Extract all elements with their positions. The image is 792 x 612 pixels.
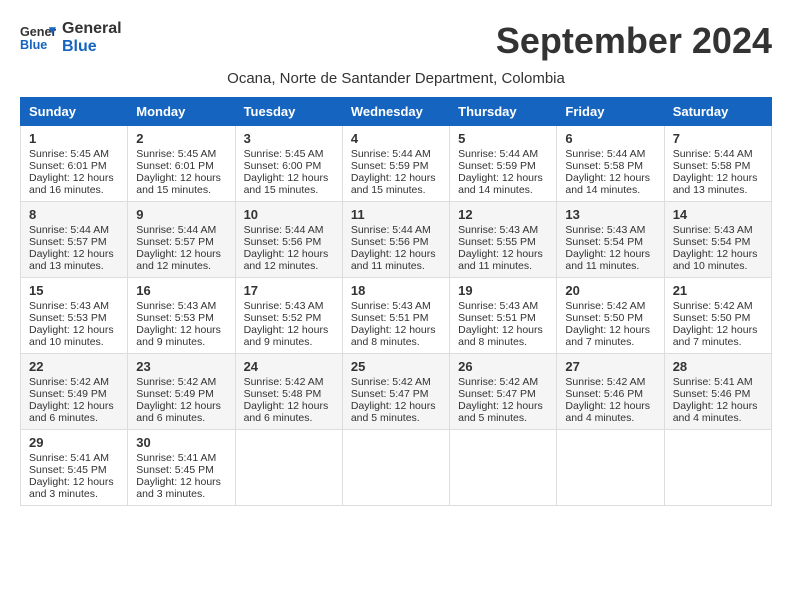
calendar-day-9: 9Sunrise: 5:44 AMSunset: 5:57 PMDaylight… [128, 202, 235, 278]
logo-text: GeneralBlue [62, 20, 122, 56]
header-sunday: Sunday [21, 98, 128, 126]
calendar-day-10: 10Sunrise: 5:44 AMSunset: 5:56 PMDayligh… [235, 202, 342, 278]
header-wednesday: Wednesday [342, 98, 449, 126]
calendar-day-12: 12Sunrise: 5:43 AMSunset: 5:55 PMDayligh… [450, 202, 557, 278]
calendar-day-8: 8Sunrise: 5:44 AMSunset: 5:57 PMDaylight… [21, 202, 128, 278]
calendar-day-26: 26Sunrise: 5:42 AMSunset: 5:47 PMDayligh… [450, 354, 557, 430]
calendar-day-2: 2Sunrise: 5:45 AMSunset: 6:01 PMDaylight… [128, 126, 235, 202]
calendar-day-14: 14Sunrise: 5:43 AMSunset: 5:54 PMDayligh… [664, 202, 771, 278]
header-tuesday: Tuesday [235, 98, 342, 126]
calendar-day-3: 3Sunrise: 5:45 AMSunset: 6:00 PMDaylight… [235, 126, 342, 202]
calendar-empty [557, 430, 664, 506]
calendar-table: SundayMondayTuesdayWednesdayThursdayFrid… [20, 97, 772, 506]
page-header: General Blue GeneralBlue September 2024 [20, 20, 772, 62]
calendar-week-1: 1Sunrise: 5:45 AMSunset: 6:01 PMDaylight… [21, 126, 772, 202]
calendar-day-27: 27Sunrise: 5:42 AMSunset: 5:46 PMDayligh… [557, 354, 664, 430]
calendar-day-11: 11Sunrise: 5:44 AMSunset: 5:56 PMDayligh… [342, 202, 449, 278]
header-friday: Friday [557, 98, 664, 126]
calendar-day-22: 22Sunrise: 5:42 AMSunset: 5:49 PMDayligh… [21, 354, 128, 430]
calendar-day-28: 28Sunrise: 5:41 AMSunset: 5:46 PMDayligh… [664, 354, 771, 430]
calendar-day-20: 20Sunrise: 5:42 AMSunset: 5:50 PMDayligh… [557, 278, 664, 354]
calendar-day-21: 21Sunrise: 5:42 AMSunset: 5:50 PMDayligh… [664, 278, 771, 354]
logo: General Blue GeneralBlue [20, 20, 122, 56]
header-thursday: Thursday [450, 98, 557, 126]
calendar-day-30: 30Sunrise: 5:41 AMSunset: 5:45 PMDayligh… [128, 430, 235, 506]
calendar-week-3: 15Sunrise: 5:43 AMSunset: 5:53 PMDayligh… [21, 278, 772, 354]
calendar-day-19: 19Sunrise: 5:43 AMSunset: 5:51 PMDayligh… [450, 278, 557, 354]
calendar-day-7: 7Sunrise: 5:44 AMSunset: 5:58 PMDaylight… [664, 126, 771, 202]
calendar-week-5: 29Sunrise: 5:41 AMSunset: 5:45 PMDayligh… [21, 430, 772, 506]
calendar-day-6: 6Sunrise: 5:44 AMSunset: 5:58 PMDaylight… [557, 126, 664, 202]
calendar-day-15: 15Sunrise: 5:43 AMSunset: 5:53 PMDayligh… [21, 278, 128, 354]
month-title: September 2024 [496, 20, 772, 62]
logo-icon: General Blue [20, 20, 56, 56]
header-saturday: Saturday [664, 98, 771, 126]
calendar-header-row: SundayMondayTuesdayWednesdayThursdayFrid… [21, 98, 772, 126]
calendar-day-1: 1Sunrise: 5:45 AMSunset: 6:01 PMDaylight… [21, 126, 128, 202]
calendar-day-13: 13Sunrise: 5:43 AMSunset: 5:54 PMDayligh… [557, 202, 664, 278]
calendar-day-4: 4Sunrise: 5:44 AMSunset: 5:59 PMDaylight… [342, 126, 449, 202]
calendar-day-18: 18Sunrise: 5:43 AMSunset: 5:51 PMDayligh… [342, 278, 449, 354]
calendar-empty [235, 430, 342, 506]
calendar-day-25: 25Sunrise: 5:42 AMSunset: 5:47 PMDayligh… [342, 354, 449, 430]
header-monday: Monday [128, 98, 235, 126]
calendar-week-2: 8Sunrise: 5:44 AMSunset: 5:57 PMDaylight… [21, 202, 772, 278]
location-subtitle: Ocana, Norte de Santander Department, Co… [20, 70, 772, 87]
calendar-day-29: 29Sunrise: 5:41 AMSunset: 5:45 PMDayligh… [21, 430, 128, 506]
calendar-empty [664, 430, 771, 506]
calendar-empty [342, 430, 449, 506]
svg-text:Blue: Blue [20, 38, 47, 52]
calendar-day-16: 16Sunrise: 5:43 AMSunset: 5:53 PMDayligh… [128, 278, 235, 354]
calendar-empty [450, 430, 557, 506]
calendar-day-17: 17Sunrise: 5:43 AMSunset: 5:52 PMDayligh… [235, 278, 342, 354]
calendar-day-5: 5Sunrise: 5:44 AMSunset: 5:59 PMDaylight… [450, 126, 557, 202]
calendar-day-23: 23Sunrise: 5:42 AMSunset: 5:49 PMDayligh… [128, 354, 235, 430]
calendar-week-4: 22Sunrise: 5:42 AMSunset: 5:49 PMDayligh… [21, 354, 772, 430]
calendar-day-24: 24Sunrise: 5:42 AMSunset: 5:48 PMDayligh… [235, 354, 342, 430]
